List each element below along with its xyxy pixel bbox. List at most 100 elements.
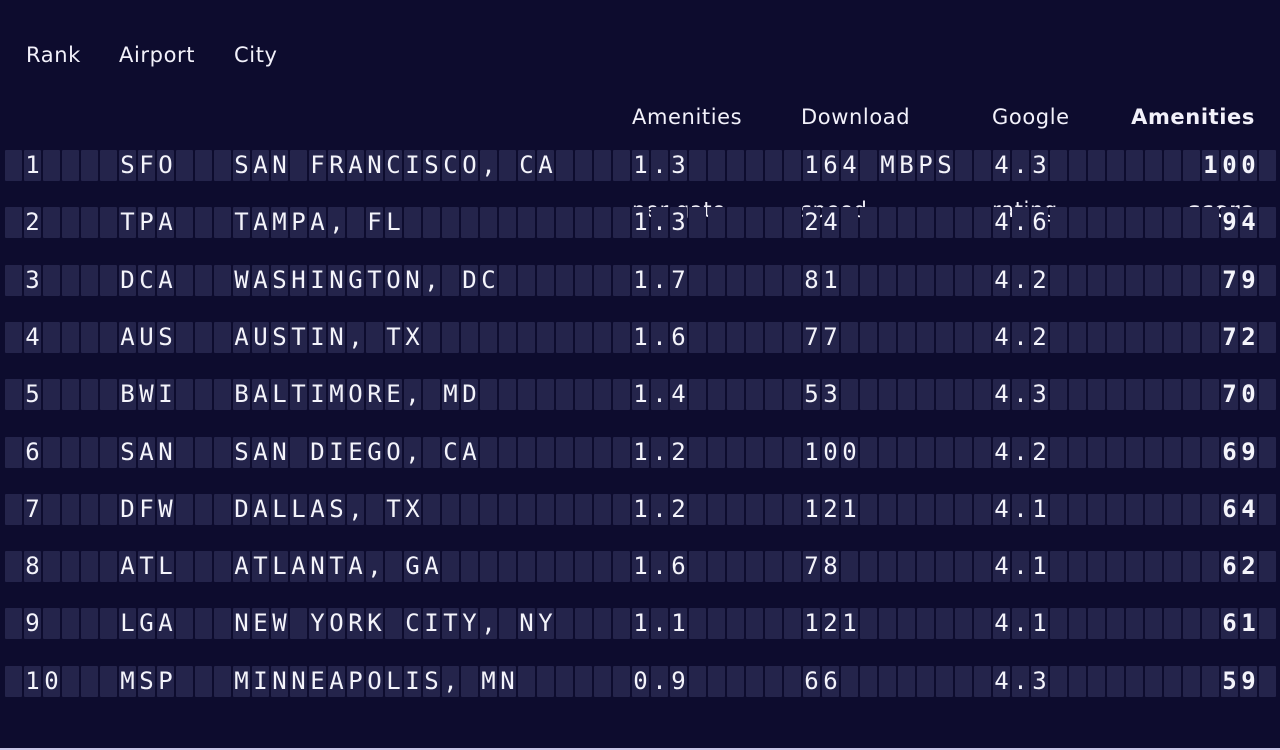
flap-tile (689, 437, 706, 468)
flap-char: B (899, 151, 914, 179)
flap-tile (1164, 437, 1181, 468)
flap-tile (537, 207, 554, 238)
flap-tile (100, 150, 117, 181)
flap-tile (1202, 608, 1219, 639)
flap-tile (43, 608, 60, 639)
flap-tile (1183, 207, 1200, 238)
flap-tile (689, 379, 706, 410)
flap-char: H (291, 266, 306, 294)
flap-char: S (424, 667, 439, 695)
flap-char: S (272, 266, 287, 294)
flap-tile (1050, 265, 1067, 296)
flap-tile (765, 265, 782, 296)
flap-char: 9 (1241, 438, 1256, 466)
flap-tile (423, 207, 440, 238)
flap-char: 1 (823, 266, 838, 294)
flap-tile (1145, 494, 1162, 525)
flap-char: 7 (671, 266, 686, 294)
flap-tile (936, 437, 953, 468)
flap-tile (1050, 437, 1067, 468)
flap-tile (784, 494, 801, 525)
flap-char: 6 (823, 667, 838, 695)
flap-tile (214, 437, 231, 468)
flap-tile (898, 608, 915, 639)
flap-tile (1164, 207, 1181, 238)
flap-tile (1202, 207, 1219, 238)
flap-tile (81, 207, 98, 238)
flap-char: A (234, 552, 249, 580)
flap-tile (5, 322, 22, 353)
flap-tile (974, 666, 991, 697)
flap-tile (765, 437, 782, 468)
flap-char: , (481, 609, 496, 637)
flap-char: R (348, 609, 363, 637)
flap-tile (860, 379, 877, 410)
flap-char: , (348, 323, 363, 351)
flap-char: , (481, 151, 496, 179)
flap-char: G (367, 438, 382, 466)
flap-tile (214, 150, 231, 181)
flap-tile (1107, 494, 1124, 525)
flap-char: 1 (633, 609, 648, 637)
flap-char: 1 (842, 609, 857, 637)
flap-tile (100, 551, 117, 582)
flap-tile (556, 322, 573, 353)
flap-char: T (234, 208, 249, 236)
flap-char: X (405, 323, 420, 351)
flap-tile (746, 551, 763, 582)
flap-tile (727, 265, 744, 296)
flap-char: O (462, 151, 477, 179)
flap-char: T (253, 552, 268, 580)
flap-tile (176, 379, 193, 410)
flap-char: N (234, 609, 249, 637)
flap-tile (936, 608, 953, 639)
flap-tile (5, 265, 22, 296)
flap-char: . (1013, 609, 1028, 637)
flap-tile (81, 666, 98, 697)
flap-char: A (253, 380, 268, 408)
flap-tile (841, 551, 858, 582)
flap-tile (518, 265, 535, 296)
flap-char: 2 (671, 495, 686, 523)
flap-tile (613, 494, 630, 525)
flap-tile (404, 207, 421, 238)
flap-tile (1088, 379, 1105, 410)
flap-tile (518, 494, 535, 525)
flap-tile (746, 379, 763, 410)
flap-tile (765, 666, 782, 697)
flap-char: A (538, 151, 553, 179)
flap-tile (100, 494, 117, 525)
flap-tile (613, 666, 630, 697)
flap-tile (100, 207, 117, 238)
flap-char: . (652, 323, 667, 351)
flap-char: P (158, 667, 173, 695)
flap-tile (1088, 322, 1105, 353)
flap-char: 1 (804, 151, 819, 179)
flap-char: 8 (25, 552, 40, 580)
flap-tile (1183, 265, 1200, 296)
flap-tile (1202, 379, 1219, 410)
flap-tile (936, 551, 953, 582)
flap-tile (518, 551, 535, 582)
flap-char: 1 (633, 151, 648, 179)
flap-char: 1 (633, 266, 648, 294)
flap-char: S (120, 151, 135, 179)
flap-tile (1088, 494, 1105, 525)
flap-char: 7 (804, 552, 819, 580)
flap-char: 3 (1032, 151, 1047, 179)
flap-char: 0 (1241, 151, 1256, 179)
flap-tile (100, 322, 117, 353)
flap-tile (1259, 551, 1276, 582)
flap-char: 2 (25, 208, 40, 236)
flap-char: 2 (1032, 438, 1047, 466)
flap-tile (1126, 551, 1143, 582)
flap-char: A (253, 266, 268, 294)
flap-tile (1145, 265, 1162, 296)
flap-tile (955, 551, 972, 582)
flap-char: 4 (994, 208, 1009, 236)
flap-tile (955, 207, 972, 238)
flap-char (498, 608, 517, 639)
flap-tile (1202, 494, 1219, 525)
flap-char: I (158, 380, 173, 408)
flap-tile (898, 666, 915, 697)
